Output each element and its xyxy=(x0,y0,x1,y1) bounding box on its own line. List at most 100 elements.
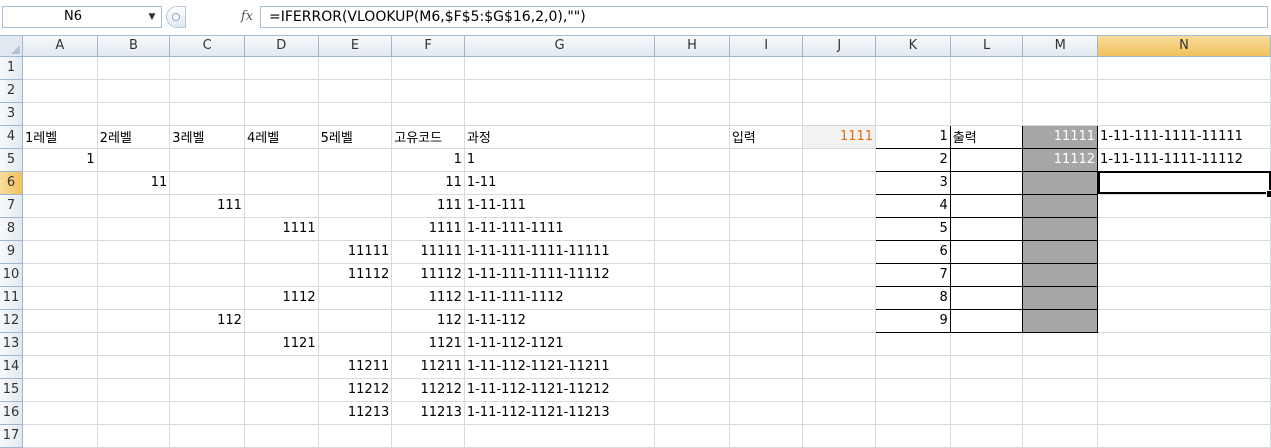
cell[interactable]: 112 xyxy=(169,309,245,333)
cell[interactable] xyxy=(22,401,98,425)
cell[interactable]: 112 xyxy=(391,309,465,333)
cell[interactable]: 1-11-111-1111-11111 xyxy=(464,240,656,264)
cell[interactable] xyxy=(169,240,245,264)
cell[interactable] xyxy=(1022,332,1099,356)
column-header[interactable]: G xyxy=(464,36,656,57)
cell[interactable] xyxy=(318,286,393,310)
cell[interactable] xyxy=(1097,102,1271,126)
cell[interactable]: 1111 xyxy=(391,217,465,241)
cell[interactable] xyxy=(654,148,730,172)
cell[interactable]: 11 xyxy=(97,171,171,195)
cell-m7[interactable] xyxy=(1022,193,1099,218)
cell-n9[interactable] xyxy=(1097,240,1271,264)
row-header[interactable]: 16 xyxy=(0,401,23,425)
cell[interactable] xyxy=(950,355,1024,379)
cell-f4[interactable]: 고유코드 xyxy=(391,125,465,149)
cell[interactable] xyxy=(729,102,804,126)
column-header[interactable]: B xyxy=(97,36,171,57)
cell[interactable] xyxy=(97,240,171,264)
cell[interactable]: 111 xyxy=(391,194,465,218)
cell[interactable] xyxy=(802,378,877,402)
cell-b4[interactable]: 2레벨 xyxy=(97,125,171,149)
cell[interactable] xyxy=(97,309,171,333)
cell[interactable] xyxy=(729,217,804,241)
cell[interactable] xyxy=(1022,401,1099,425)
cell[interactable]: 1 xyxy=(391,148,465,172)
cell[interactable] xyxy=(875,355,951,379)
cell[interactable] xyxy=(802,102,877,126)
cell[interactable] xyxy=(464,56,656,80)
cell[interactable] xyxy=(875,79,951,103)
cell[interactable] xyxy=(1022,355,1099,379)
cell-g4[interactable]: 과정 xyxy=(464,125,656,149)
cell[interactable] xyxy=(654,378,730,402)
cell[interactable]: 11112 xyxy=(318,263,393,287)
cell[interactable] xyxy=(169,79,245,103)
fill-handle[interactable] xyxy=(1266,189,1271,198)
cell[interactable] xyxy=(729,286,804,310)
row-header[interactable]: 2 xyxy=(0,79,23,103)
cell[interactable] xyxy=(1097,378,1271,402)
cell[interactable]: 111 xyxy=(169,194,245,218)
column-header[interactable]: J xyxy=(802,36,877,57)
cell[interactable]: 1-11-111-1112 xyxy=(464,286,656,310)
row-header[interactable]: 15 xyxy=(0,378,23,402)
cell[interactable] xyxy=(464,79,656,103)
row-header[interactable]: 3 xyxy=(0,102,23,126)
cell[interactable] xyxy=(169,171,245,195)
formula-input[interactable]: =IFERROR(VLOOKUP(M6,$F$5:$G$16,2,0),"") xyxy=(260,6,1268,28)
chevron-down-icon[interactable]: ▼ xyxy=(145,7,159,27)
cell[interactable] xyxy=(97,79,171,103)
cell[interactable] xyxy=(729,378,804,402)
cell-l4[interactable]: 출력 xyxy=(949,124,1024,149)
cell[interactable]: 1-11-111 xyxy=(464,194,656,218)
cell[interactable] xyxy=(97,332,171,356)
cell[interactable] xyxy=(654,309,730,333)
cell[interactable] xyxy=(950,332,1024,356)
cell-n10[interactable] xyxy=(1097,263,1271,287)
cell-i4[interactable]: 입력 xyxy=(729,125,804,149)
cell[interactable] xyxy=(802,217,877,241)
cell-k12[interactable]: 9 xyxy=(875,308,951,333)
cell-m6[interactable] xyxy=(1022,170,1099,195)
cell-m8[interactable] xyxy=(1022,216,1099,241)
cell-e4[interactable]: 5레벨 xyxy=(318,125,393,149)
cell[interactable]: 11212 xyxy=(391,378,465,402)
cell[interactable] xyxy=(244,378,319,402)
cell[interactable] xyxy=(22,286,98,310)
cell[interactable] xyxy=(318,102,393,126)
cell[interactable] xyxy=(802,56,877,80)
cell[interactable] xyxy=(654,79,730,103)
cell-n4[interactable]: 1-11-111-1111-11111 xyxy=(1097,125,1271,149)
cell-m5[interactable]: 11112 xyxy=(1022,147,1099,172)
cell-l12[interactable] xyxy=(949,308,1024,333)
cell-d4[interactable]: 4레벨 xyxy=(244,125,319,149)
cell[interactable] xyxy=(875,102,951,126)
cell[interactable]: 1 xyxy=(22,148,98,172)
cell[interactable]: 1-11-112 xyxy=(464,309,656,333)
cell[interactable] xyxy=(97,378,171,402)
cell-m9[interactable] xyxy=(1022,239,1099,264)
cell[interactable] xyxy=(875,401,951,425)
cell[interactable]: 11111 xyxy=(318,240,393,264)
cell[interactable] xyxy=(729,194,804,218)
cell[interactable] xyxy=(244,355,319,379)
cell[interactable] xyxy=(729,309,804,333)
cell[interactable]: 1-11-112-1121 xyxy=(464,332,656,356)
row-header[interactable]: 11 xyxy=(0,286,23,310)
cell[interactable]: 1112 xyxy=(391,286,465,310)
cell-n12[interactable] xyxy=(1097,309,1271,333)
cell[interactable] xyxy=(169,56,245,80)
cell[interactable] xyxy=(22,309,98,333)
cell[interactable] xyxy=(318,194,393,218)
cell[interactable]: 1-11 xyxy=(464,171,656,195)
cell[interactable] xyxy=(244,148,319,172)
cell[interactable]: 1-11-112-1121-11213 xyxy=(464,401,656,425)
cell[interactable] xyxy=(97,401,171,425)
row-header[interactable]: 12 xyxy=(0,309,23,333)
row-header[interactable]: 13 xyxy=(0,332,23,356)
column-header[interactable]: I xyxy=(729,36,804,57)
cell[interactable] xyxy=(97,148,171,172)
cell[interactable]: 11213 xyxy=(318,401,393,425)
column-header[interactable]: E xyxy=(318,36,393,57)
